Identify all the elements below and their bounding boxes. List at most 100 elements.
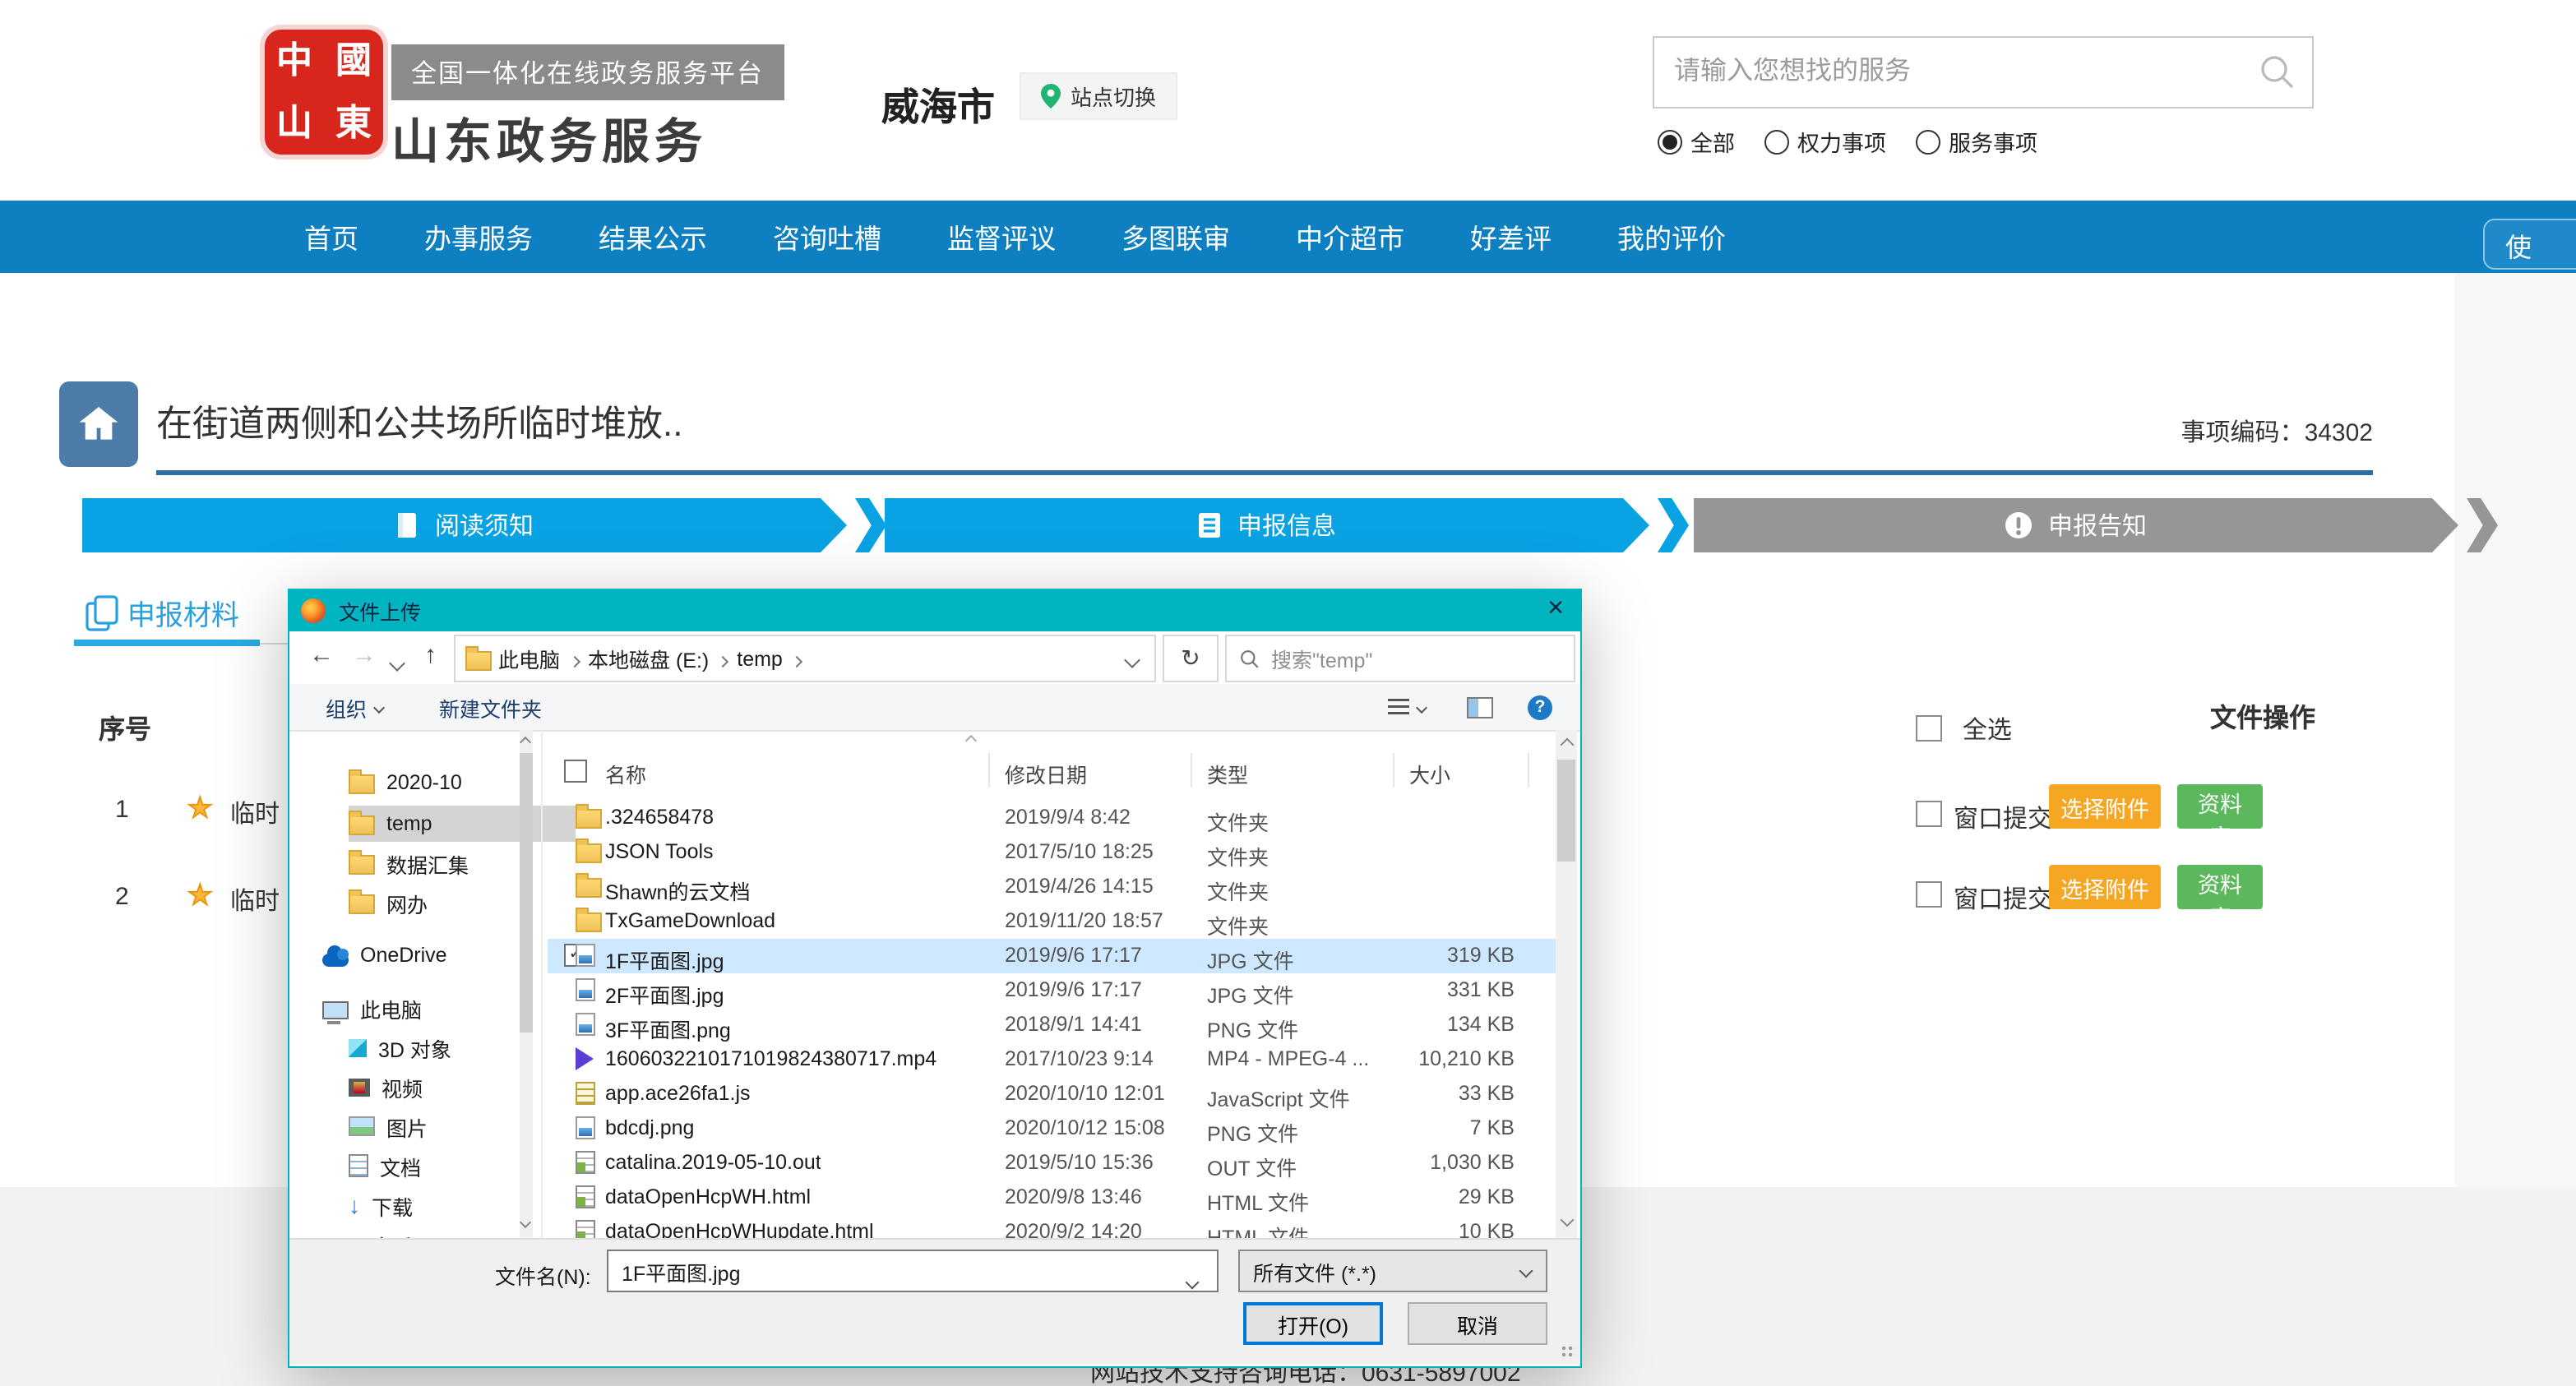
file-date: 2019/9/6 17:17: [1005, 944, 1142, 967]
file-name: 2F平面图.jpg: [605, 978, 724, 1009]
column-header-date[interactable]: 修改日期: [1005, 758, 1087, 789]
step-chevron-icon: [1658, 498, 1689, 552]
filename-dropdown-icon[interactable]: [1187, 1266, 1197, 1296]
column-header-type[interactable]: 类型: [1207, 758, 1248, 789]
address-dropdown-icon[interactable]: [1126, 647, 1138, 670]
screen: 中國山東 全国一体化在线政务服务平台 山东政务服务 威海市 站点切换 全部权力事…: [0, 0, 2576, 1386]
choose-attachment-button[interactable]: 选择附件: [2049, 865, 2161, 909]
window-submit-checkbox[interactable]: [1916, 881, 1942, 908]
organize-button[interactable]: 组织: [326, 691, 383, 723]
nav-item-办事服务[interactable]: 办事服务: [424, 217, 533, 256]
address-bar[interactable]: 此电脑本地磁盘 (E:) temp: [454, 635, 1156, 682]
up-icon[interactable]: ↑: [424, 641, 437, 671]
open-button[interactable]: 打开(O): [1243, 1302, 1383, 1345]
step-申报信息[interactable]: 申报信息: [885, 498, 1649, 552]
library-button[interactable]: 资料库: [2177, 784, 2263, 829]
column-header-size[interactable]: 大小: [1409, 758, 1450, 789]
filter-全部[interactable]: 全部: [1658, 125, 1735, 158]
radio-icon[interactable]: [1658, 129, 1682, 154]
file-row-.324658478[interactable]: .3246584782019/9/4 8:42文件夹: [548, 801, 1556, 835]
filter-label: 权力事项: [1797, 125, 1886, 158]
file-list: 名称 修改日期 类型 大小 .3246584782019/9/4 8:42文件夹…: [548, 730, 1556, 1238]
site-switch-button[interactable]: 站点切换: [1020, 72, 1177, 120]
nav-partial-button[interactable]: 使: [2482, 219, 2576, 270]
file-row-3F平面图.png[interactable]: 3F平面图.png2018/9/1 14:41PNG 文件134 KB: [548, 1008, 1556, 1042]
nav-item-咨询吐槽[interactable]: 咨询吐槽: [773, 217, 881, 256]
breadcrumb-separator-icon: [719, 647, 727, 670]
file-row-dataOpenHcpWHupdate.html[interactable]: dataOpenHcpWHupdate.html2020/9/2 14:20HT…: [548, 1215, 1556, 1238]
nav-item-结果公示[interactable]: 结果公示: [599, 217, 707, 256]
choose-attachment-button[interactable]: 选择附件: [2049, 784, 2161, 829]
cube-icon: [349, 1038, 367, 1056]
radio-icon[interactable]: [1764, 129, 1789, 154]
steps-bar: 阅读须知申报信息申报告知: [0, 498, 2576, 552]
dialog-titlebar[interactable]: 文件上传 ×: [289, 590, 1580, 631]
select-all-checkbox[interactable]: [1916, 715, 1942, 742]
file-row-catalina.2019-05-10.out[interactable]: catalina.2019-05-10.out2019/5/10 15:36OU…: [548, 1146, 1556, 1180]
tab-declare-materials[interactable]: 申报材料: [86, 592, 239, 633]
file-list-scrollbar[interactable]: [1556, 730, 1577, 1238]
sidebar-item-此电脑[interactable]: 此电脑: [322, 990, 549, 1026]
breadcrumb-item-temp[interactable]: temp: [730, 647, 789, 670]
file-row-JSON Tools[interactable]: JSON Tools2017/5/10 18:25文件夹: [548, 835, 1556, 870]
column-header-index: 序号: [99, 707, 151, 746]
forward-icon[interactable]: →: [352, 641, 377, 671]
step-申报告知[interactable]: 申报告知: [1694, 498, 2458, 552]
refresh-icon[interactable]: ↻: [1163, 635, 1219, 682]
window-submit-checkbox[interactable]: [1916, 801, 1942, 827]
sidebar-item-OneDrive[interactable]: OneDrive: [322, 937, 549, 973]
filter-服务事项[interactable]: 服务事项: [1916, 125, 2037, 158]
history-chevron-icon[interactable]: [391, 648, 403, 677]
nav-item-监督评议[interactable]: 监督评议: [947, 217, 1056, 256]
select-all[interactable]: 全选: [1916, 712, 2012, 746]
search-icon: [1240, 649, 1260, 668]
new-folder-button[interactable]: 新建文件夹: [439, 691, 542, 723]
folder-file-icon: [576, 809, 602, 829]
breadcrumb-item-此电脑[interactable]: 此电脑: [492, 643, 567, 674]
dialog-search[interactable]: 搜索"temp": [1225, 635, 1575, 682]
video-library-icon: [349, 1078, 370, 1096]
filename-input[interactable]: [607, 1250, 1219, 1292]
file-row-TxGameDownload[interactable]: TxGameDownload2019/11/20 18:57文件夹: [548, 904, 1556, 939]
filter-权力事项[interactable]: 权力事项: [1764, 125, 1886, 158]
sidebar-scrollbar[interactable]: [520, 730, 533, 1238]
column-header-name[interactable]: 名称: [605, 758, 646, 789]
file-row-app.ace26fa1.js[interactable]: app.ace26fa1.js2020/10/10 12:01JavaScrip…: [548, 1077, 1556, 1111]
service-search-input[interactable]: [1654, 58, 2259, 87]
close-icon[interactable]: ×: [1547, 592, 1564, 625]
radio-icon[interactable]: [1916, 129, 1940, 154]
breadcrumb-item-本地磁盘 (E:)[interactable]: 本地磁盘 (E:): [581, 643, 715, 674]
file-type: JPG 文件: [1207, 978, 1294, 1009]
search-icon[interactable]: [2259, 54, 2296, 90]
filetype-filter-select[interactable]: 所有文件 (*.*): [1238, 1250, 1547, 1292]
file-row-dataOpenHcpWH.html[interactable]: dataOpenHcpWH.html2020/9/8 13:46HTML 文件2…: [548, 1180, 1556, 1215]
file-name: dataOpenHcpWHupdate.html: [605, 1220, 874, 1238]
nav-item-首页[interactable]: 首页: [304, 217, 358, 256]
library-button[interactable]: 资料库: [2177, 865, 2263, 909]
sidebar-scrollbar-thumb[interactable]: [520, 753, 533, 1033]
nav-item-多图联审[interactable]: 多图联审: [1122, 217, 1230, 256]
log-file-icon: [576, 1220, 595, 1238]
back-icon[interactable]: ←: [309, 641, 334, 671]
file-row-2F平面图.jpg[interactable]: 2F平面图.jpg2019/9/6 17:17JPG 文件331 KB: [548, 973, 1556, 1008]
cancel-button[interactable]: 取消: [1408, 1302, 1547, 1345]
preview-pane-button[interactable]: [1467, 696, 1493, 718]
header-checkbox[interactable]: [564, 760, 587, 783]
material-row-name: 临时: [230, 796, 280, 830]
help-button[interactable]: ?: [1528, 695, 1552, 719]
file-row-Shawn的云文档[interactable]: Shawn的云文档2019/4/26 14:15文件夹: [548, 870, 1556, 904]
file-name: app.ace26fa1.js: [605, 1082, 751, 1105]
nav-item-中介超市[interactable]: 中介超市: [1296, 217, 1404, 256]
sidebar-item-label: 3D 对象: [378, 1032, 451, 1063]
step-icon: [2005, 511, 2033, 539]
file-row-1F平面图.jpg[interactable]: ✓1F平面图.jpg2019/9/6 17:17JPG 文件319 KB: [548, 939, 1556, 973]
step-阅读须知[interactable]: 阅读须知: [82, 498, 847, 552]
view-mode-button[interactable]: [1388, 698, 1426, 716]
file-list-scrollbar-thumb[interactable]: [1557, 760, 1575, 862]
material-row-name: 临时: [230, 883, 280, 917]
file-row-1606032210171019824380717.mp4[interactable]: 1606032210171019824380717.mp42017/10/23 …: [548, 1042, 1556, 1077]
nav-item-好差评[interactable]: 好差评: [1470, 217, 1552, 256]
file-row-bdcdj.png[interactable]: bdcdj.png2020/10/12 15:08PNG 文件7 KB: [548, 1111, 1556, 1146]
resize-grip[interactable]: [1561, 1345, 1575, 1360]
nav-item-我的评价[interactable]: 我的评价: [1617, 217, 1726, 256]
